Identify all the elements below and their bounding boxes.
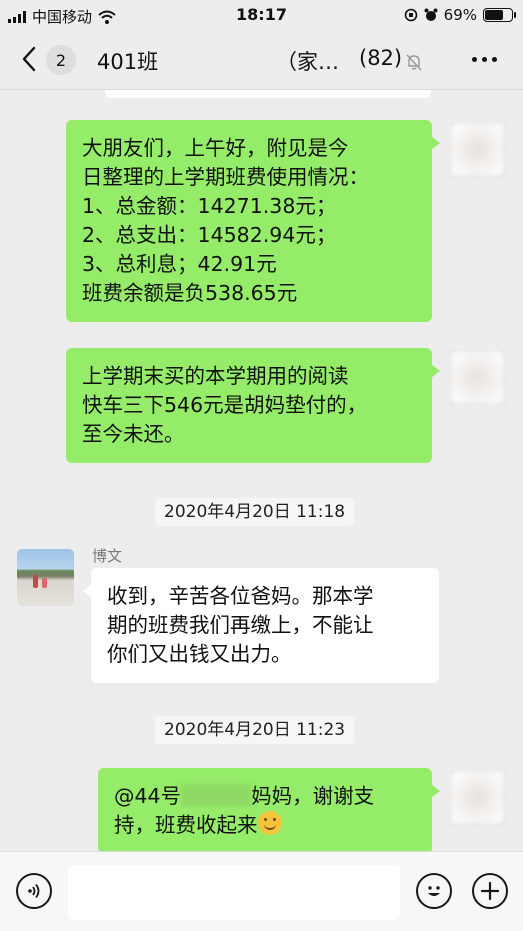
avatar-figure: [42, 578, 47, 588]
avatar[interactable]: [449, 349, 506, 406]
chat-title-suffix: （家…: [276, 50, 339, 74]
redacted-title: [167, 48, 267, 72]
message-line: 期的班费我们再缴上，不能让: [107, 613, 374, 637]
alarm-icon: [424, 8, 438, 21]
message-line: 2、总支出：14582.94元；: [82, 223, 337, 247]
message-line: 大朋友们，上午好，附见是今: [82, 136, 349, 160]
redacted-name: [181, 784, 252, 806]
message-line: 收到，辛苦各位爸妈。那本学: [107, 584, 374, 608]
orientation-lock-icon: [404, 8, 417, 22]
sender-name: 博文: [92, 547, 123, 565]
smile-emoji-icon: [257, 811, 282, 835]
message-line: 班费余额是负538.65元: [82, 281, 298, 305]
avatar-figure: [33, 575, 38, 588]
message-bubble[interactable]: 收到，辛苦各位爸妈。那本学 期的班费我们再缴上，不能让 你们又出钱又出力。: [83, 568, 439, 683]
message-line: 日整理的上学期班费使用情况：: [82, 165, 369, 189]
message-line: 1、总金额：14271.38元；: [82, 194, 337, 218]
status-bar: 中国移动 18:17 69%: [0, 0, 523, 30]
message-text: 妈妈，谢谢支: [251, 784, 375, 808]
input-bar: [0, 851, 523, 931]
message-bubble[interactable]: 上学期末买的本学期用的阅读 快车三下546元是胡妈垫付的， 至今未还。: [66, 348, 440, 463]
chat-header: 2 401班 （家… (82): [0, 30, 523, 90]
message-line: 快车三下546元是胡妈垫付的，: [82, 393, 368, 417]
avatar[interactable]: [449, 121, 506, 178]
message-bubble[interactable]: 大朋友们，上午好，附见是今 日整理的上学期班费使用情况： 1、总金额：14271…: [66, 120, 440, 322]
message-text: 持，班费收起来: [114, 813, 258, 837]
more-dot: [482, 57, 487, 62]
more-dots-icon: [472, 57, 477, 62]
mention: @44号: [114, 784, 182, 808]
message-line: @44号 妈妈，谢谢支: [114, 782, 416, 811]
partial-message: [105, 90, 431, 98]
message-bubble[interactable]: @44号 妈妈，谢谢支 持，班费收起来: [98, 768, 440, 851]
more-button[interactable]: [472, 57, 497, 62]
emoji-button[interactable]: [416, 873, 452, 909]
plus-icon: [480, 881, 500, 901]
message-line: 持，班费收起来: [114, 811, 416, 840]
voice-button[interactable]: [16, 873, 52, 909]
bell-muted-icon: [406, 54, 422, 71]
message-line: 你们又出钱又出力。: [107, 642, 292, 666]
plus-button[interactable]: [472, 873, 508, 909]
chat-title-prefix: 401班: [97, 50, 159, 74]
message-line: 上学期末买的本学期用的阅读: [82, 364, 349, 388]
battery-percent: 69%: [443, 6, 477, 24]
message-input[interactable]: [68, 865, 400, 920]
message-line: 至今未还。: [82, 422, 185, 446]
avatar[interactable]: [449, 769, 506, 826]
emoji-icon: [428, 886, 440, 896]
voice-icon: [28, 883, 40, 899]
battery-level: [485, 10, 503, 20]
back-button[interactable]: [14, 44, 44, 74]
more-dot: [492, 57, 497, 62]
unread-badge: 2: [46, 45, 76, 75]
message-list[interactable]: 大朋友们，上午好，附见是今 日整理的上学期班费使用情况： 1、总金额：14271…: [0, 90, 523, 851]
timestamp: 2020年4月20日 11:23: [155, 716, 355, 744]
status-right: 69%: [404, 6, 516, 24]
battery-icon: [483, 8, 516, 22]
timestamp: 2020年4月20日 11:18: [155, 498, 355, 526]
avatar[interactable]: [17, 549, 74, 606]
member-count: (82): [359, 46, 403, 70]
chevron-left-icon: [22, 46, 36, 72]
message-line: 3、总利息；42.91元: [82, 252, 277, 276]
